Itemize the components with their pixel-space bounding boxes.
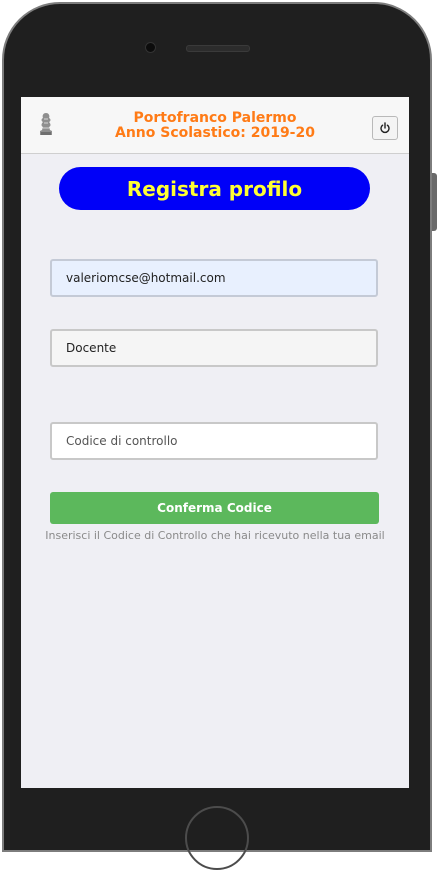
school-year: Anno Scolastico: 2019-20 [115,125,315,141]
camera-icon [145,42,156,53]
phone-side-button [432,173,437,231]
power-icon [379,119,391,138]
role-value: Docente [66,341,117,355]
page-title: Registra profilo [59,167,370,210]
speaker-grille [186,45,250,52]
portofranco-logo-icon [37,111,55,137]
phone-frame: Portofranco Palermo Anno Scolastico: 201… [0,0,438,870]
email-field[interactable] [50,259,378,297]
app-header: Portofranco Palermo Anno Scolastico: 201… [21,97,409,154]
school-name: Portofranco Palermo [133,110,297,126]
confirm-code-label: Conferma Codice [157,501,272,515]
confirm-code-button[interactable]: Conferma Codice [50,492,379,524]
header-title: Portofranco Palermo Anno Scolastico: 201… [81,111,349,141]
role-field[interactable]: Docente [50,329,378,367]
home-button[interactable] [185,806,249,870]
verification-code-input[interactable] [50,422,378,460]
logout-button[interactable] [372,116,398,140]
app-screen: Portofranco Palermo Anno Scolastico: 201… [21,97,409,788]
help-text: Inserisci il Codice di Controllo che hai… [45,529,385,542]
